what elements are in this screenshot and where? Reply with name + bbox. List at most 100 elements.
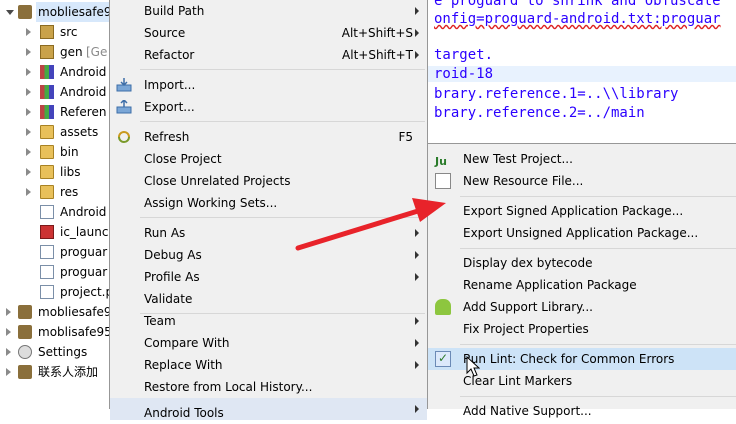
android-project-icon bbox=[18, 365, 32, 379]
menu-separator bbox=[140, 69, 425, 70]
new-file-icon bbox=[435, 173, 451, 189]
menu-separator bbox=[460, 196, 736, 197]
expand-icon[interactable] bbox=[26, 68, 31, 76]
menu-item-source[interactable]: Source Alt+Shift+S bbox=[110, 22, 427, 44]
menu-item-close-project[interactable]: Close Project bbox=[110, 148, 427, 170]
expand-icon[interactable] bbox=[26, 108, 31, 116]
menu-item-label: Team bbox=[144, 314, 176, 328]
menu-item-label: Source bbox=[144, 26, 186, 40]
menu-item-run-as[interactable]: Run As bbox=[110, 222, 427, 244]
submenu-arrow-icon bbox=[415, 273, 419, 281]
menu-item-team[interactable]: Team bbox=[110, 310, 427, 332]
submenu-item-rename-package[interactable]: Rename Application Package bbox=[428, 274, 736, 296]
code-line: e proguard to shrink and obfuscate bbox=[434, 0, 721, 9]
expand-icon[interactable] bbox=[6, 328, 11, 336]
folder-icon bbox=[40, 185, 54, 199]
android-project-icon bbox=[18, 5, 32, 19]
text-file-icon bbox=[40, 265, 54, 279]
tree-item-label: project.p bbox=[60, 285, 114, 299]
submenu-item-fix-project-properties[interactable]: Fix Project Properties bbox=[428, 318, 736, 340]
tree-item-label: res bbox=[60, 185, 79, 199]
submenu-item-label: Add Support Library... bbox=[463, 300, 593, 314]
submenu-item-export-unsigned[interactable]: Export Unsigned Application Package... bbox=[428, 222, 736, 244]
submenu-item-export-signed[interactable]: Export Signed Application Package... bbox=[428, 200, 736, 222]
text-file-icon bbox=[40, 245, 54, 259]
expand-icon[interactable] bbox=[26, 28, 31, 36]
expand-icon[interactable] bbox=[26, 148, 31, 156]
android-project-icon bbox=[18, 325, 32, 339]
menu-item-label: Profile As bbox=[144, 270, 200, 284]
mouse-cursor-icon bbox=[466, 356, 480, 377]
menu-item-refactor[interactable]: Refactor Alt+Shift+T bbox=[110, 44, 427, 66]
image-file-icon bbox=[40, 225, 54, 239]
xml-file-icon bbox=[40, 205, 54, 219]
submenu-item-label: Fix Project Properties bbox=[463, 322, 589, 336]
submenu-item-new-resource-file[interactable]: New Resource File... bbox=[428, 170, 736, 192]
tree-item-label: bin bbox=[60, 145, 79, 159]
tree-item-label: proguar bbox=[60, 245, 108, 259]
collapse-icon[interactable] bbox=[6, 10, 14, 15]
menu-item-refresh[interactable]: Refresh F5 bbox=[110, 126, 427, 148]
tree-item-label: Android bbox=[60, 205, 107, 219]
expand-icon[interactable] bbox=[26, 128, 31, 136]
expand-icon[interactable] bbox=[6, 348, 11, 356]
library-icon bbox=[40, 65, 54, 79]
menu-item-label: Replace With bbox=[144, 358, 223, 372]
submenu-item-new-test-project[interactable]: Ju New Test Project... bbox=[428, 148, 736, 170]
menu-item-import[interactable]: Import... bbox=[110, 74, 427, 96]
expand-icon[interactable] bbox=[26, 188, 31, 196]
menu-item-label: Refactor bbox=[144, 48, 195, 62]
code-editor[interactable]: e proguard to shrink and obfuscate onfig… bbox=[426, 0, 736, 140]
menu-item-export[interactable]: Export... bbox=[110, 96, 427, 118]
expand-icon[interactable] bbox=[26, 88, 31, 96]
junit-icon: Ju bbox=[435, 155, 447, 168]
menu-item-validate[interactable]: Validate bbox=[110, 288, 427, 310]
submenu-item-label: Export Unsigned Application Package... bbox=[463, 226, 699, 240]
menu-item-assign-working-sets[interactable]: Assign Working Sets... bbox=[110, 192, 427, 214]
submenu-item-display-dex[interactable]: Display dex bytecode bbox=[428, 252, 736, 274]
submenu-arrow-icon bbox=[415, 7, 419, 15]
submenu-arrow-icon bbox=[415, 317, 419, 325]
android-icon bbox=[435, 299, 451, 315]
tree-item-label: libs bbox=[60, 165, 81, 179]
menu-item-label: Android Tools bbox=[144, 406, 224, 420]
library-icon bbox=[40, 105, 54, 119]
refresh-icon bbox=[118, 131, 130, 143]
expand-icon[interactable] bbox=[6, 308, 11, 316]
menu-item-close-unrelated[interactable]: Close Unrelated Projects bbox=[110, 170, 427, 192]
properties-file-icon bbox=[40, 285, 54, 299]
library-icon bbox=[40, 85, 54, 99]
submenu-item-label: New Resource File... bbox=[463, 174, 584, 188]
menu-item-shortcut: Alt+Shift+T bbox=[342, 48, 413, 62]
android-project-icon bbox=[18, 305, 32, 319]
menu-item-label: Refresh bbox=[144, 130, 190, 144]
menu-item-label: Export... bbox=[144, 100, 195, 114]
tree-item-label: mobliesafe9 bbox=[38, 305, 112, 319]
tree-item-label: moblisafe95 bbox=[38, 325, 112, 339]
tree-item-label: 联系人添加 bbox=[38, 365, 99, 379]
menu-item-shortcut: Alt+Shift+S bbox=[341, 26, 413, 40]
submenu-arrow-icon bbox=[415, 51, 419, 59]
submenu-item-label: New Test Project... bbox=[463, 152, 573, 166]
menu-item-replace-with[interactable]: Replace With bbox=[110, 354, 427, 376]
submenu-item-add-support-library[interactable]: Add Support Library... bbox=[428, 296, 736, 318]
menu-item-compare-with[interactable]: Compare With bbox=[110, 332, 427, 354]
menu-item-label: Close Project bbox=[144, 152, 222, 166]
menu-item-label: Close Unrelated Projects bbox=[144, 174, 291, 188]
tree-item-label: Android bbox=[60, 65, 107, 79]
import-icon bbox=[116, 78, 132, 92]
menu-item-profile-as[interactable]: Profile As bbox=[110, 266, 427, 288]
menu-item-debug-as[interactable]: Debug As bbox=[110, 244, 427, 266]
menu-item-android-tools[interactable]: Android Tools bbox=[110, 398, 427, 420]
menu-separator bbox=[140, 121, 425, 122]
expand-icon[interactable] bbox=[26, 168, 31, 176]
checkbox-icon: ✓ bbox=[435, 351, 451, 367]
menu-separator bbox=[460, 344, 736, 345]
submenu-item-add-native-support[interactable]: Add Native Support... bbox=[428, 400, 736, 422]
expand-icon[interactable] bbox=[26, 48, 31, 56]
menu-item-build-path[interactable]: Build Path bbox=[110, 0, 427, 22]
menu-item-label: Assign Working Sets... bbox=[144, 196, 278, 210]
menu-item-restore-local-history[interactable]: Restore from Local History... bbox=[110, 376, 427, 398]
expand-icon[interactable] bbox=[6, 368, 11, 376]
tree-item-label: Referen bbox=[60, 105, 107, 119]
